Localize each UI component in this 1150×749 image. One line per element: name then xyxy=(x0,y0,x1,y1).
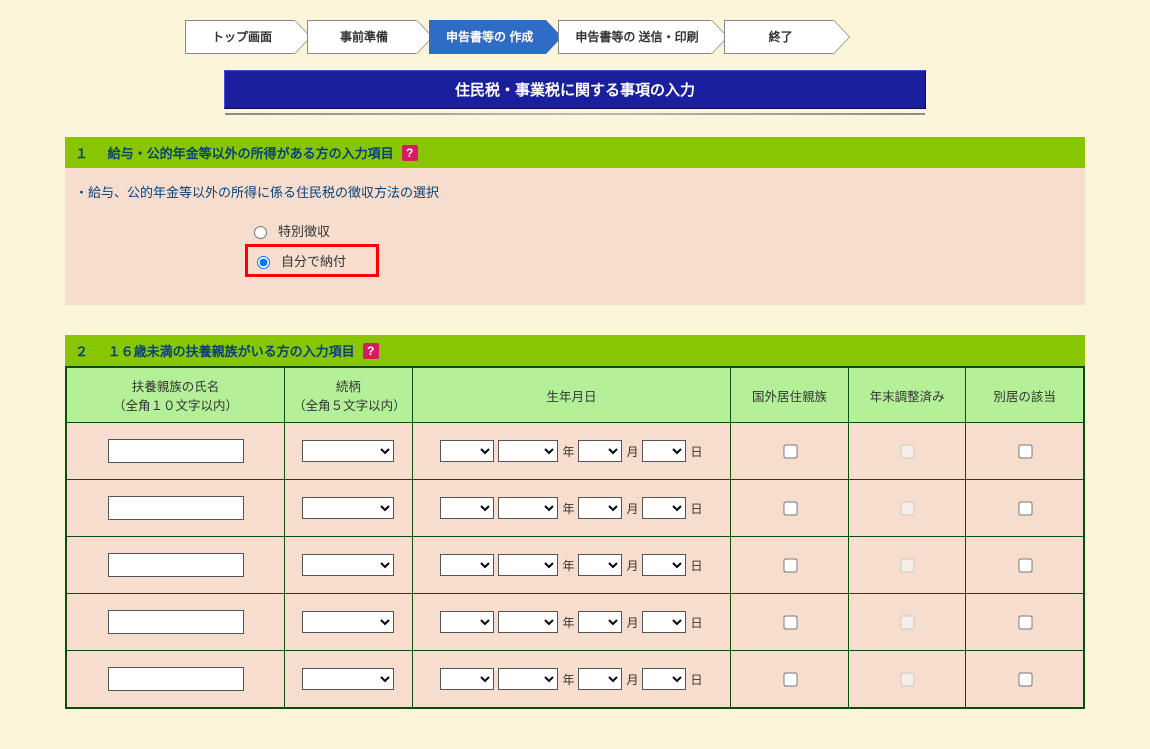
separate-checkbox[interactable] xyxy=(1018,672,1032,686)
year-select[interactable] xyxy=(498,497,558,519)
relation-select[interactable] xyxy=(302,611,394,633)
day-select[interactable] xyxy=(642,611,686,633)
month-select[interactable] xyxy=(578,554,622,576)
month-select[interactable] xyxy=(578,611,622,633)
th-abroad: 国外居住親族 xyxy=(731,367,849,423)
section1-num: １ xyxy=(75,143,88,162)
adjusted-checkbox[interactable] xyxy=(900,444,914,458)
year-select[interactable] xyxy=(498,668,558,690)
crumb-prep-label: 事前準備 xyxy=(340,30,388,44)
crumb-top[interactable]: トップ画面 xyxy=(185,20,295,54)
radio-jibun[interactable] xyxy=(257,256,270,269)
section2-header: ２ １６歳未満の扶養親族がいる方の入力項目 ? xyxy=(65,335,1085,366)
abroad-checkbox[interactable] xyxy=(783,444,797,458)
name-input[interactable] xyxy=(108,496,244,520)
th-name: 扶養親族の氏名（全角１０文字以内） xyxy=(66,367,285,423)
table-row: 年 月 日 xyxy=(66,480,1084,537)
separate-checkbox[interactable] xyxy=(1018,558,1032,572)
crumb-send-label: 申告書等の 送信・印刷 xyxy=(575,30,698,44)
relation-select[interactable] xyxy=(302,554,394,576)
section1-note: ・給与、公的年金等以外の所得に係る住民税の徴収方法の選択 xyxy=(75,182,1075,201)
separate-checkbox[interactable] xyxy=(1018,615,1032,629)
abroad-checkbox[interactable] xyxy=(783,558,797,572)
relation-select[interactable] xyxy=(302,497,394,519)
day-select[interactable] xyxy=(642,668,686,690)
th-adjusted: 年末調整済み xyxy=(848,367,966,423)
abroad-checkbox[interactable] xyxy=(783,501,797,515)
year-select[interactable] xyxy=(498,611,558,633)
era-select[interactable] xyxy=(440,554,494,576)
day-select[interactable] xyxy=(642,554,686,576)
abroad-checkbox[interactable] xyxy=(783,615,797,629)
section2-num: ２ xyxy=(75,341,88,360)
month-select[interactable] xyxy=(578,440,622,462)
section1-header: １ 給与・公的年金等以外の所得がある方の入力項目 ? xyxy=(65,137,1085,168)
crumb-end[interactable]: 終了 xyxy=(724,20,834,54)
radio-tokubetsu[interactable] xyxy=(254,226,267,239)
help-icon[interactable]: ? xyxy=(363,343,379,359)
relation-select[interactable] xyxy=(302,440,394,462)
month-select[interactable] xyxy=(578,497,622,519)
separate-checkbox[interactable] xyxy=(1018,501,1032,515)
adjusted-checkbox[interactable] xyxy=(900,558,914,572)
table-row: 年 月 日 xyxy=(66,423,1084,480)
era-select[interactable] xyxy=(440,440,494,462)
help-icon[interactable]: ? xyxy=(402,145,418,161)
era-select[interactable] xyxy=(440,497,494,519)
table-row: 年 月 日 xyxy=(66,537,1084,594)
radio-tokubetsu-label: 特別徴収 xyxy=(278,221,330,240)
crumb-create-label: 申告書等の 作成 xyxy=(446,30,533,44)
year-select[interactable] xyxy=(498,440,558,462)
month-select[interactable] xyxy=(578,668,622,690)
adjusted-checkbox[interactable] xyxy=(900,615,914,629)
crumb-top-label: トップ画面 xyxy=(212,30,272,44)
name-input[interactable] xyxy=(108,439,244,463)
section2-title: １６歳未満の扶養親族がいる方の入力項目 xyxy=(108,341,355,360)
separate-checkbox[interactable] xyxy=(1018,444,1032,458)
era-select[interactable] xyxy=(440,668,494,690)
th-rel: 続柄（全角５文字以内） xyxy=(285,367,413,423)
name-input[interactable] xyxy=(108,553,244,577)
table-row: 年 月 日 xyxy=(66,594,1084,651)
section1-title: 給与・公的年金等以外の所得がある方の入力項目 xyxy=(108,143,394,162)
crumb-prep[interactable]: 事前準備 xyxy=(307,20,417,54)
relation-select[interactable] xyxy=(302,668,394,690)
name-input[interactable] xyxy=(108,610,244,634)
table-row: 年 月 日 xyxy=(66,651,1084,709)
adjusted-checkbox[interactable] xyxy=(900,672,914,686)
th-separate: 別居の該当 xyxy=(966,367,1084,423)
era-select[interactable] xyxy=(440,611,494,633)
name-input[interactable] xyxy=(108,667,244,691)
th-dob: 生年月日 xyxy=(412,367,731,423)
crumb-send[interactable]: 申告書等の 送信・印刷 xyxy=(558,20,711,54)
divider xyxy=(225,113,925,115)
day-select[interactable] xyxy=(642,497,686,519)
year-select[interactable] xyxy=(498,554,558,576)
abroad-checkbox[interactable] xyxy=(783,672,797,686)
radio-jibun-label: 自分で納付 xyxy=(281,251,346,270)
crumb-create[interactable]: 申告書等の 作成 xyxy=(429,20,546,54)
dependents-table: 扶養親族の氏名（全角１０文字以内） 続柄（全角５文字以内） 生年月日 国外居住親… xyxy=(65,366,1085,709)
day-select[interactable] xyxy=(642,440,686,462)
page-title: 住民税・事業税に関する事項の入力 xyxy=(224,70,926,109)
adjusted-checkbox[interactable] xyxy=(900,501,914,515)
crumb-end-label: 終了 xyxy=(769,30,793,44)
